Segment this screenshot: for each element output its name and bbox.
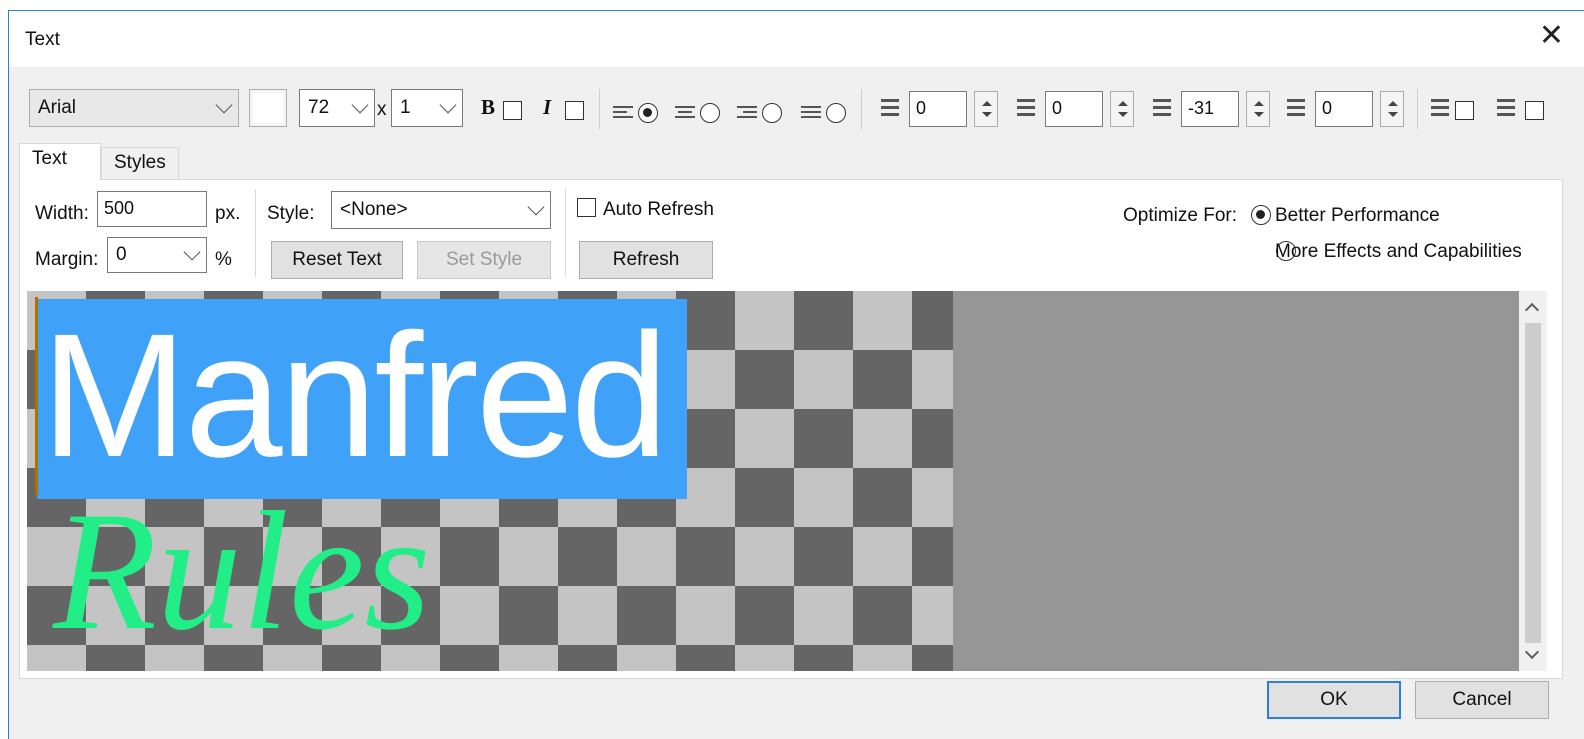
align-right-icon	[737, 105, 759, 121]
text-color-swatch[interactable]	[249, 89, 287, 127]
numbered-list-checkbox[interactable]	[1525, 101, 1544, 120]
align-left-radio[interactable]	[638, 103, 658, 123]
space-after-input[interactable]: 0	[1315, 91, 1373, 127]
auto-refresh-checkbox[interactable]	[577, 198, 596, 217]
align-center-radio[interactable]	[700, 103, 720, 123]
text-dialog: Text ✕ Arial 72 x 1 B I 0 0 -31 0 Text S…	[8, 10, 1584, 739]
chevron-down-icon	[183, 243, 201, 261]
indent-spinner[interactable]	[1110, 91, 1134, 127]
optimize-label: Optimize For:	[1123, 205, 1238, 226]
style-label: Style:	[267, 203, 315, 224]
italic-checkbox[interactable]	[565, 101, 584, 120]
space-after-icon	[1279, 95, 1307, 121]
auto-refresh-label: Auto Refresh	[603, 199, 714, 220]
font-size-select[interactable]: 72	[299, 89, 375, 127]
chevron-down-icon	[527, 198, 545, 216]
scroll-thumb[interactable]	[1525, 323, 1541, 643]
panel-divider	[565, 189, 566, 277]
more-effects-label: More Effects and Capabilities	[1275, 241, 1522, 262]
align-center-option[interactable]	[675, 103, 720, 123]
toolbar-divider	[599, 89, 600, 129]
toolbar-divider	[861, 89, 862, 129]
better-performance-radio[interactable]	[1251, 205, 1271, 225]
close-icon[interactable]: ✕	[1539, 21, 1564, 51]
font-size-value: 72	[308, 97, 330, 118]
preview-scrollbar[interactable]	[1519, 291, 1547, 671]
space-before-spinner[interactable]	[974, 91, 998, 127]
align-center-icon	[675, 105, 697, 121]
dialog-title: Text	[25, 29, 60, 50]
line-spacing-icon	[1145, 95, 1173, 121]
scale-value: 1	[400, 97, 411, 118]
set-style-button: Set Style	[417, 241, 551, 279]
bold-icon: B	[481, 95, 496, 119]
bullet-list-icon	[1423, 95, 1451, 121]
align-right-option[interactable]	[737, 103, 782, 123]
indent-icon	[1009, 95, 1037, 121]
style-value: <None>	[340, 199, 408, 220]
chevron-down-icon	[439, 96, 457, 114]
font-family-select[interactable]: Arial	[29, 89, 239, 127]
space-before-input[interactable]: 0	[909, 91, 967, 127]
refresh-button[interactable]: Refresh	[579, 241, 713, 279]
margin-unit: %	[215, 249, 232, 270]
panel-divider	[255, 189, 256, 277]
chevron-down-icon	[351, 96, 369, 114]
align-left-option[interactable]	[613, 103, 658, 123]
bullet-list-checkbox[interactable]	[1455, 101, 1474, 120]
scroll-down-icon[interactable]	[1524, 644, 1540, 660]
width-input[interactable]: 500	[97, 191, 207, 227]
scroll-up-icon[interactable]	[1524, 302, 1540, 318]
ok-button[interactable]: OK	[1267, 681, 1401, 719]
bold-checkbox[interactable]	[503, 101, 522, 120]
preview-line-1[interactable]: Manfred	[41, 301, 669, 491]
space-before-icon	[873, 95, 901, 121]
tab-styles[interactable]: Styles	[101, 147, 179, 179]
preview-background	[953, 291, 1519, 671]
align-justify-icon	[801, 105, 823, 121]
better-performance-label: Better Performance	[1275, 205, 1440, 226]
cancel-button[interactable]: Cancel	[1415, 681, 1549, 719]
align-left-icon	[613, 105, 635, 121]
reset-text-button[interactable]: Reset Text	[271, 241, 403, 279]
formatting-toolbar: Arial 72 x 1 B I 0 0 -31 0	[9, 67, 1584, 147]
italic-icon: I	[543, 95, 552, 119]
width-unit: px.	[215, 203, 241, 224]
space-after-spinner[interactable]	[1380, 91, 1404, 127]
scale-prefix: x	[377, 99, 387, 120]
margin-label: Margin:	[35, 249, 99, 270]
line-spacing-spinner[interactable]	[1246, 91, 1270, 127]
margin-select[interactable]: 0	[107, 237, 207, 273]
align-right-radio[interactable]	[762, 103, 782, 123]
preview-line-2[interactable]: Rules	[53, 481, 431, 661]
align-justify-radio[interactable]	[826, 103, 846, 123]
text-caret	[35, 297, 38, 495]
scale-select[interactable]: 1	[391, 89, 463, 127]
indent-input[interactable]: 0	[1045, 91, 1103, 127]
style-select[interactable]: <None>	[331, 191, 551, 229]
numbered-list-icon	[1489, 95, 1517, 121]
toolbar-divider	[1417, 89, 1418, 129]
font-family-value: Arial	[38, 97, 77, 118]
margin-value: 0	[116, 244, 127, 265]
title-bar: Text ✕	[9, 11, 1584, 67]
align-justify-option[interactable]	[801, 103, 846, 123]
line-spacing-input[interactable]: -31	[1181, 91, 1239, 127]
tab-text[interactable]: Text	[19, 143, 101, 180]
width-label: Width:	[35, 203, 89, 224]
text-preview-canvas[interactable]: Manfred Rules	[27, 291, 953, 671]
chevron-down-icon	[215, 96, 233, 114]
